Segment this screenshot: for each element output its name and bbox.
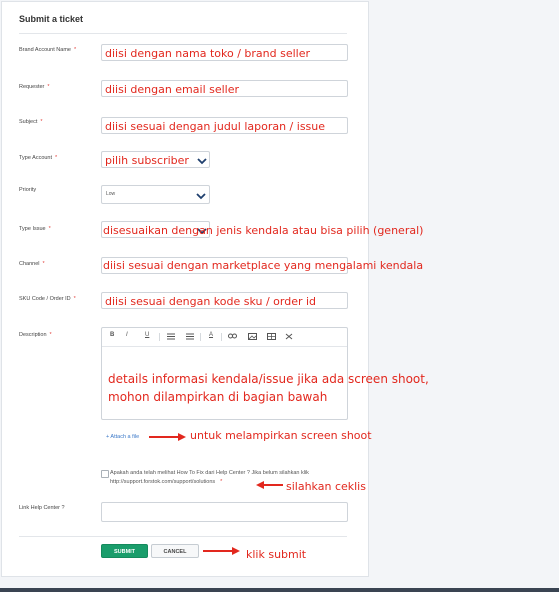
- sku-order-input[interactable]: diisi sesuai dengan kode sku / order id: [101, 292, 348, 309]
- submit-annotation: klik submit: [246, 548, 307, 561]
- bullet-list-icon[interactable]: [167, 333, 175, 340]
- type-issue-annotation: disesuaikan dengan jenis kendala atau bi…: [103, 224, 424, 237]
- channel-annotation: diisi sesuai dengan marketplace yang men…: [103, 259, 424, 272]
- form-title: Submit a ticket: [19, 14, 84, 24]
- image-icon[interactable]: [248, 333, 257, 340]
- arrow-icon: [203, 547, 240, 555]
- priority-value: Low: [106, 191, 116, 197]
- underline-button[interactable]: U: [145, 332, 149, 338]
- attach-file-link[interactable]: + Attach a file: [106, 434, 139, 440]
- brand-account-annotation: diisi dengan nama toko / brand seller: [105, 47, 311, 60]
- attach-annotation: untuk melampirkan screen shoot: [190, 429, 372, 442]
- requester-label: Requester *: [19, 84, 50, 90]
- type-account-label: Type Account *: [19, 155, 58, 161]
- link-icon[interactable]: [228, 333, 237, 339]
- requester-input[interactable]: diisi dengan email seller: [101, 80, 348, 97]
- subject-label: Subject *: [19, 119, 43, 125]
- bold-button[interactable]: B: [110, 332, 114, 338]
- link-help-center-label: Link Help Center ?: [19, 505, 65, 511]
- italic-button[interactable]: I: [126, 332, 128, 338]
- title-divider: [19, 33, 347, 34]
- requester-annotation: diisi dengan email seller: [105, 83, 240, 96]
- chevron-down-icon: [196, 193, 206, 200]
- submit-button[interactable]: SUBMIT: [101, 544, 148, 558]
- subject-input[interactable]: diisi sesuai dengan judul laporan / issu…: [101, 117, 348, 134]
- link-help-center-input[interactable]: [101, 502, 348, 522]
- footer-divider: [19, 536, 347, 537]
- brand-account-input[interactable]: diisi dengan nama toko / brand seller: [101, 44, 348, 61]
- brand-account-label: Brand Account Name *: [19, 47, 77, 53]
- checkbox-annotation: silahkan ceklis: [286, 480, 366, 493]
- numbered-list-icon[interactable]: [186, 333, 194, 340]
- description-annotation: details informasi kendala/issue jika ada…: [108, 372, 429, 404]
- arrow-icon: [256, 481, 283, 489]
- font-color-button[interactable]: A: [209, 332, 213, 338]
- type-account-select[interactable]: pilih subscriber: [101, 151, 210, 168]
- sku-order-annotation: diisi sesuai dengan kode sku / order id: [105, 295, 317, 308]
- arrow-icon: [149, 433, 186, 441]
- bottom-bar: [0, 588, 559, 592]
- sku-order-label: SKU Code / Order ID *: [19, 296, 76, 302]
- description-label: Description *: [19, 332, 52, 338]
- clear-format-icon[interactable]: [285, 333, 293, 340]
- chevron-down-icon: [197, 158, 207, 165]
- editor-toolbar: B I U A: [102, 328, 347, 347]
- subject-annotation: diisi sesuai dengan judul laporan / issu…: [105, 120, 326, 133]
- priority-label: Priority: [19, 187, 37, 193]
- cancel-button[interactable]: CANCEL: [151, 544, 199, 558]
- table-icon[interactable]: [267, 333, 276, 340]
- priority-select[interactable]: Low: [101, 185, 210, 204]
- right-panel: [369, 1, 559, 575]
- channel-label: Channel *: [19, 261, 45, 267]
- help-center-checkbox[interactable]: [101, 470, 109, 478]
- type-issue-label: Type Issue *: [19, 226, 51, 232]
- description-editor[interactable]: B I U A details informasi kendala/issue …: [101, 327, 429, 420]
- type-account-annotation: pilih subscriber: [105, 154, 189, 167]
